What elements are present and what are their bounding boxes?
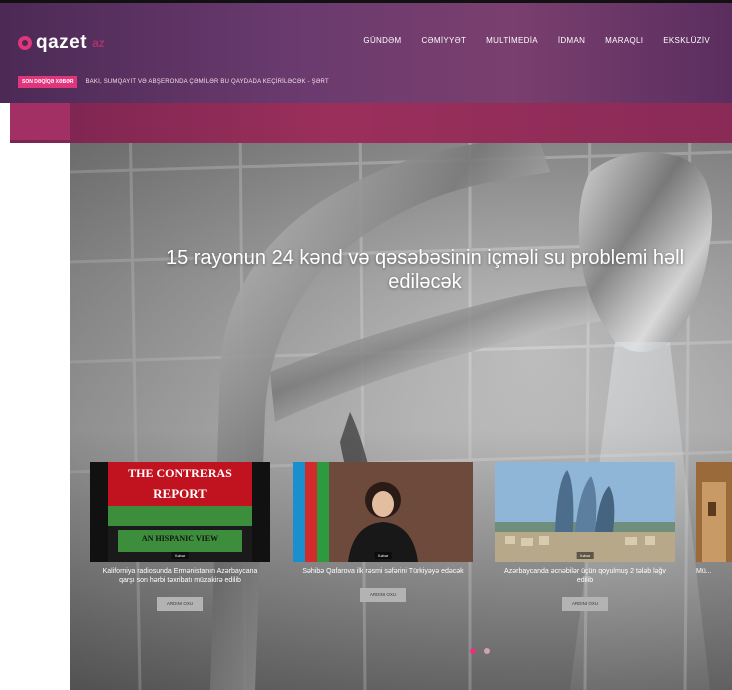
nav-item-maraqli[interactable]: MARAQLI: [605, 36, 643, 45]
site-logo[interactable]: qazet az: [18, 32, 105, 54]
read-more-button[interactable]: ARDINI OXU: [157, 597, 203, 611]
logo-icon: [18, 36, 32, 50]
carousel-dots: [470, 648, 490, 654]
carousel-dot[interactable]: [484, 648, 490, 654]
card-caption[interactable]: Kaliforniya radiosunda Ermənistanın Azər…: [90, 567, 270, 585]
breaking-news-ticker: SON DƏQİQƏ XƏBƏR BAKI, SUMQAYIT VƏ ABŞER…: [18, 76, 329, 88]
news-card[interactable]: Mü...: [696, 462, 732, 576]
breaking-news-link[interactable]: BAKI, SUMQAYIT VƏ ABŞERONDA ÇƏMİLƏR BU Q…: [85, 79, 328, 85]
news-card[interactable]: Xəbər Azərbaycanda əcnəbilər üçün qoyulm…: [495, 462, 675, 611]
card-image[interactable]: THE CONTRERAS REPORT AN HISPANIC VIEW Xə…: [90, 462, 270, 562]
logo-text: qazet: [36, 32, 88, 53]
top-border: [0, 0, 732, 3]
news-card[interactable]: THE CONTRERAS REPORT AN HISPANIC VIEW Xə…: [90, 462, 270, 611]
report-title-line2: REPORT: [153, 486, 207, 501]
header-strip-edge: [10, 100, 70, 140]
baku-skyline-image: [495, 462, 675, 562]
news-card[interactable]: Xəbər Səhibə Qafarova ilk rəsmi səfərini…: [293, 462, 473, 602]
card-image[interactable]: Xəbər: [293, 462, 473, 562]
read-more-button[interactable]: ARDINI OXU: [360, 588, 406, 602]
nav-item-gundem[interactable]: GÜNDƏM: [363, 36, 401, 45]
card-image[interactable]: Xəbər: [495, 462, 675, 562]
breaking-news-badge: SON DƏQİQƏ XƏBƏR: [18, 76, 78, 88]
card-image[interactable]: [696, 462, 732, 562]
header-strip: [10, 103, 732, 143]
official-portrait-image: [293, 462, 473, 562]
card-tag: Xəbər: [374, 552, 392, 559]
report-title-line1: THE CONTRERAS: [128, 466, 232, 480]
nav-item-multimedia[interactable]: MULTİMEDİA: [486, 36, 538, 45]
card-caption[interactable]: Azərbaycanda əcnəbilər üçün qoyulmuş 2 t…: [495, 567, 675, 585]
read-more-button[interactable]: ARDINI OXU: [562, 597, 608, 611]
page: qazet az GÜNDƏM CƏMİYYƏT MULTİMEDİA İDMA…: [0, 0, 732, 690]
card-caption[interactable]: Səhibə Qafarova ilk rəsmi səfərini Türki…: [293, 567, 473, 576]
report-subtitle: AN HISPANIC VIEW: [141, 534, 219, 543]
nav-item-idman[interactable]: İDMAN: [558, 36, 585, 45]
card-caption[interactable]: Mü...: [696, 567, 732, 576]
nav-item-eksklusiv[interactable]: EKSKLÜZİV: [663, 36, 710, 45]
logo-suffix: az: [92, 36, 105, 50]
card-tag: Xəbər: [576, 552, 594, 559]
carousel-dot-active[interactable]: [470, 648, 476, 654]
nav-item-cemiyyet[interactable]: CƏMİYYƏT: [421, 36, 466, 45]
card-tag: Xəbər: [171, 552, 189, 559]
news-carousel: THE CONTRERAS REPORT AN HISPANIC VIEW Xə…: [90, 462, 732, 642]
hero-headline[interactable]: 15 rayonun 24 kənd və qəsəbəsinin içməli…: [145, 246, 705, 294]
main-nav: GÜNDƏM CƏMİYYƏT MULTİMEDİA İDMAN MARAQLI…: [363, 36, 710, 45]
building-image: [696, 462, 732, 562]
site-header: [0, 3, 732, 103]
